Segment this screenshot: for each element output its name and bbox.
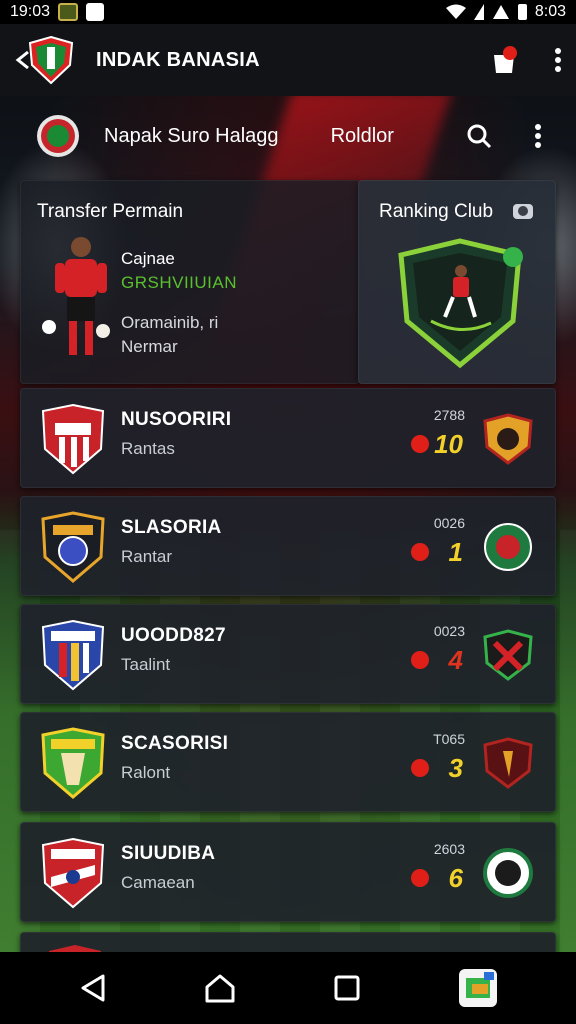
opponent-badge-icon: [483, 629, 533, 681]
status-bar: 19:03 8:03: [0, 0, 576, 24]
team-code: 2603: [433, 841, 465, 857]
team-row[interactable]: SIUUDIBA Camaean 2603 6: [20, 822, 556, 922]
team-subtitle: Rantas: [121, 439, 175, 458]
team-subtitle: Ralont: [121, 763, 171, 782]
team-row[interactable]: SLASORIA Rantar 0026 1: [20, 496, 556, 596]
more-options-icon[interactable]: [534, 124, 542, 148]
team-name: SLASORIA: [121, 517, 222, 538]
player-club: GRSHVIIUIAN: [121, 273, 238, 292]
message-notification-icon: [86, 3, 105, 21]
team-rank: 1: [448, 537, 463, 567]
transfer-heading: Transfer Permain: [37, 201, 184, 222]
status-dot: [411, 651, 429, 669]
camera-icon[interactable]: [511, 199, 535, 221]
search-icon[interactable]: [466, 123, 492, 149]
team-crest-icon: [41, 837, 105, 909]
team-code: 2788: [433, 407, 465, 423]
team-row[interactable]: UOODD827 Taalint 0023 4: [20, 604, 556, 704]
transfer-detail-2: Nermar: [121, 337, 178, 356]
battery-icon: [517, 4, 527, 20]
team-rank: 10: [434, 429, 463, 459]
ranking-card[interactable]: Ranking Club: [358, 180, 556, 384]
team-row[interactable]: NUSOORIRI Rantas 2788 10: [20, 388, 556, 488]
team-row[interactable]: SCASORISI Ralont T065 3: [20, 712, 556, 812]
opponent-badge-icon: [483, 413, 533, 465]
alert-icon: [492, 5, 509, 19]
back-icon[interactable]: [79, 973, 107, 1003]
transfer-card[interactable]: Transfer Permain Cajnae GRSHVIIUIAN Oram…: [20, 180, 360, 384]
team-rank: 3: [448, 753, 463, 783]
player-name: Cajnae: [121, 249, 175, 268]
team-name: UOODD827: [121, 625, 226, 646]
ranking-shield-emblem: [398, 238, 523, 369]
team-code: T065: [433, 731, 465, 747]
team-crest-icon: [41, 727, 105, 799]
club-header: Napak Suro Halagg Roldlor: [20, 104, 556, 168]
team-subtitle: Rantar: [121, 547, 173, 566]
status-time-left: 19:03: [10, 3, 51, 20]
team-crest-icon: [41, 403, 105, 475]
team-subtitle: Taalint: [121, 655, 171, 674]
tab-roldlor[interactable]: Roldlor: [331, 125, 394, 148]
status-dot: [411, 759, 429, 777]
system-nav-bar: [0, 952, 576, 1024]
app-bar: INDAK BANASIA: [0, 24, 576, 96]
team-subtitle: Camaean: [121, 873, 195, 892]
team-code: 0023: [433, 623, 465, 639]
club-logo: [28, 35, 74, 85]
team-rank: 4: [448, 645, 463, 675]
opponent-badge-icon: [483, 737, 533, 789]
ranking-heading: Ranking Club: [379, 201, 494, 222]
notification-icon[interactable]: [490, 45, 518, 75]
transfer-detail-1: Oramainib, ri: [121, 313, 219, 332]
opponent-badge-icon: [483, 848, 533, 898]
status-dot: [411, 435, 429, 453]
wifi-icon: [445, 4, 466, 19]
signal-icon: [473, 4, 484, 20]
team-crest-icon: [41, 511, 105, 583]
club-name: Napak Suro Halagg: [104, 124, 279, 147]
team-name: NUSOORIRI: [121, 409, 232, 430]
player-image: [42, 237, 110, 355]
status-time-right: 8:03: [534, 3, 566, 20]
club-crest-icon: [37, 115, 79, 157]
team-code: 0026: [433, 515, 465, 531]
app-title: INDAK BANASIA: [96, 48, 260, 71]
app-notification-icon: [58, 3, 79, 21]
status-dot: [411, 543, 429, 561]
status-dot: [411, 869, 429, 887]
opponent-badge-icon: [484, 523, 532, 571]
recents-icon[interactable]: [333, 974, 361, 1002]
app-icon[interactable]: [458, 968, 498, 1008]
team-crest-icon: [41, 619, 105, 691]
more-icon[interactable]: [554, 48, 562, 72]
team-name: SCASORISI: [121, 733, 229, 754]
team-name: SIUUDIBA: [121, 843, 216, 864]
team-rank: 6: [448, 863, 463, 893]
home-icon[interactable]: [204, 973, 236, 1003]
